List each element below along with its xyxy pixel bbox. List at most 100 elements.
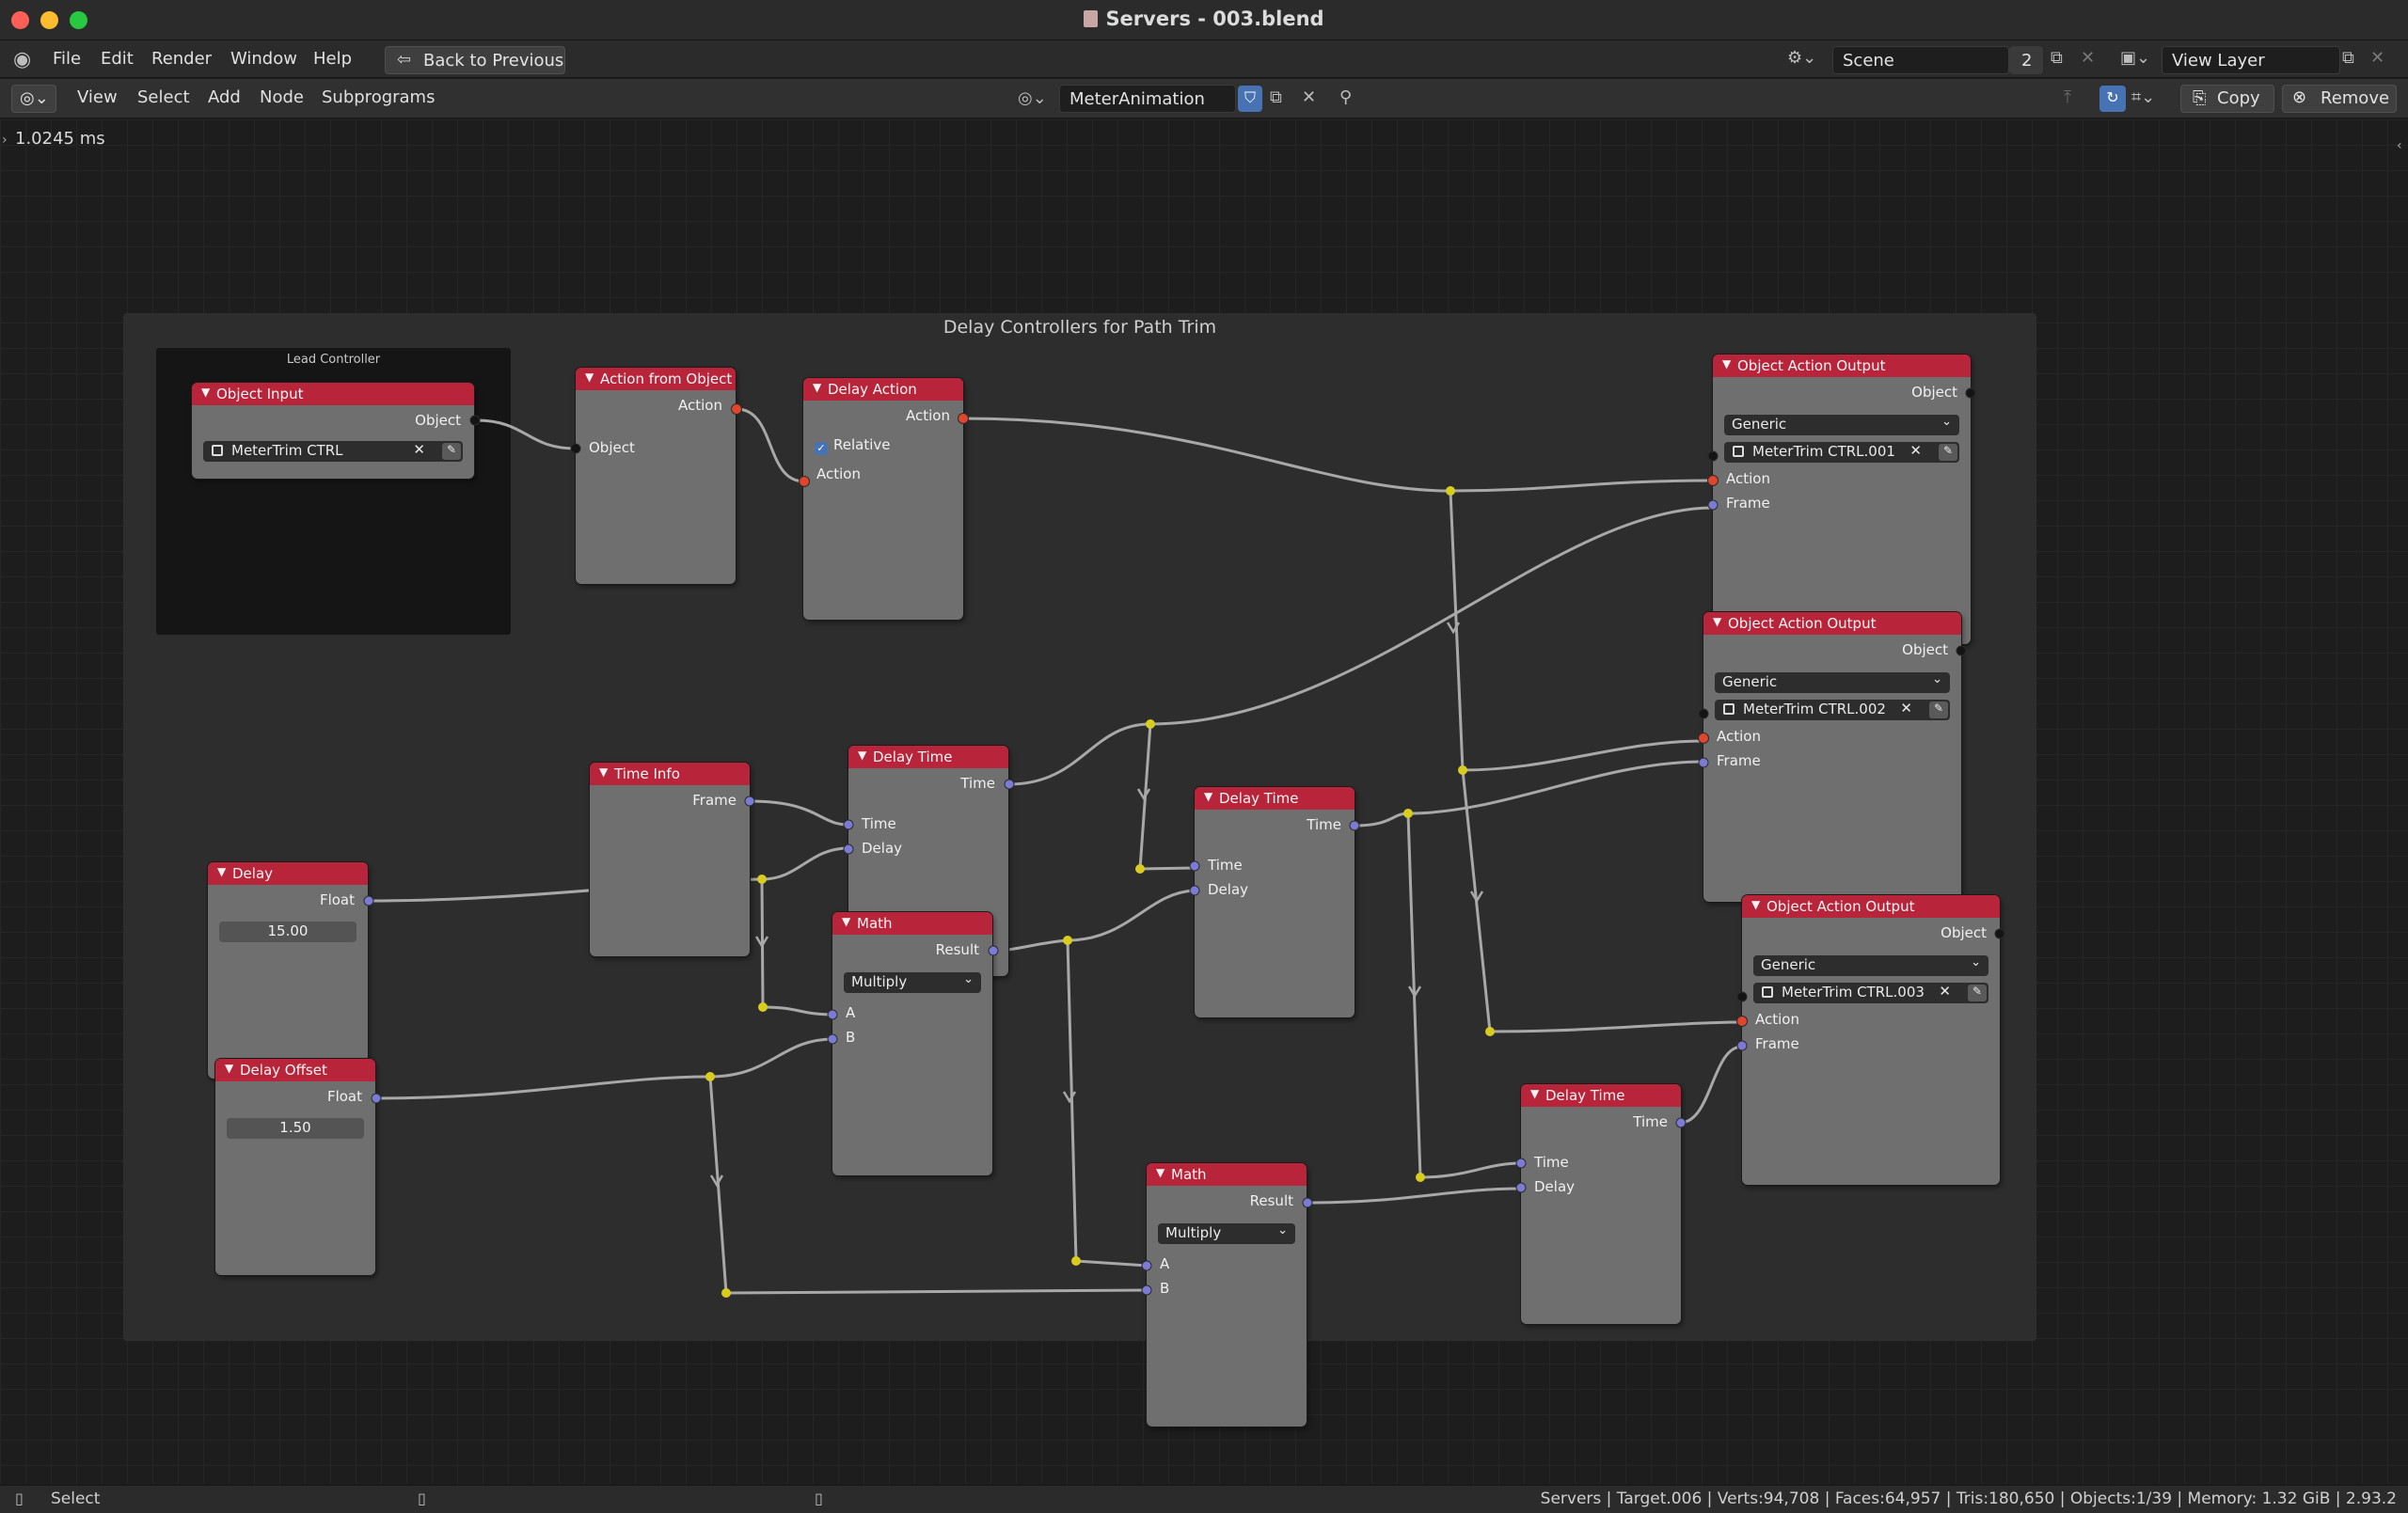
duplicate-tree-icon[interactable]: ⧉ — [1270, 87, 1282, 107]
mode-dropdown[interactable]: Generic ⌄ — [1753, 955, 1988, 976]
node-header[interactable]: ▼ Delay Time — [848, 746, 1008, 768]
parent-tree-icon[interactable]: ⤒ — [2064, 87, 2071, 107]
node-delay-action[interactable]: ▼ Delay Action Action ✓ Relative Action — [803, 378, 963, 620]
collapse-caret-icon[interactable]: ▼ — [225, 1062, 233, 1075]
node-delay-time-2[interactable]: ▼ Delay Time Time Time Delay — [1195, 787, 1354, 1017]
delay-offset-value-field[interactable]: 1.50 — [227, 1118, 364, 1139]
socket-label-frame-in: Frame — [1726, 495, 1770, 512]
snapping-icon[interactable]: ⌗⌄ — [2131, 87, 2155, 107]
node-object-action-output-2[interactable]: ▼ Object Action Output Object Generic ⌄ Me… — [1703, 612, 1961, 902]
menu-add[interactable]: Add — [208, 87, 241, 107]
node-object-action-output-3[interactable]: ▼ Object Action Output Object Generic ⌄ Me… — [1742, 895, 2000, 1185]
node-header[interactable]: ▼ Delay Time — [1195, 787, 1354, 810]
operation-dropdown[interactable]: Multiply ⌄ — [844, 972, 981, 993]
fake-user-shield-icon[interactable]: ⛉ — [1238, 86, 1262, 112]
mouse-middle-icon: ▯ — [418, 1489, 426, 1507]
object-picker-field[interactable]: MeterTrim CTRL.003 ✕ ✎ — [1753, 983, 1988, 1003]
node-header[interactable]: ▼ Delay Offset — [215, 1059, 375, 1081]
eyedropper-icon[interactable]: ✎ — [1929, 701, 1948, 718]
menu-node[interactable]: Node — [260, 87, 304, 107]
socket-label-object-in: Object — [589, 439, 635, 456]
remove-button[interactable]: ⊗ Remove — [2282, 85, 2397, 113]
copy-button[interactable]: ⎘ Copy — [2180, 85, 2274, 113]
node-header[interactable]: ▼ Object Action Output — [1713, 355, 1971, 377]
menu-help[interactable]: Help — [313, 49, 352, 69]
delay-value-field[interactable]: 15.00 — [219, 922, 356, 942]
clear-object-icon[interactable]: ✕ — [1909, 442, 1922, 459]
eyedropper-icon[interactable]: ✎ — [1968, 985, 1987, 1001]
node-header[interactable]: ▼ Math — [832, 912, 992, 935]
menu-render[interactable]: Render — [151, 49, 212, 69]
collapse-caret-icon[interactable]: ▼ — [842, 915, 850, 928]
eyedropper-icon[interactable]: ✎ — [442, 443, 461, 460]
collapse-caret-icon[interactable]: ▼ — [201, 386, 210, 399]
back-to-previous-button[interactable]: ⇦ Back to Previous — [385, 46, 565, 74]
node-header[interactable]: ▼ Delay Time — [1521, 1084, 1681, 1107]
collapse-caret-icon[interactable]: ▼ — [1722, 357, 1731, 370]
object-picker-field[interactable]: MeterTrim CTRL.001 ✕ ✎ — [1724, 442, 1959, 463]
node-header[interactable]: ▼ Delay Action — [803, 378, 963, 401]
node-delay-offset[interactable]: ▼ Delay Offset Float 1.50 — [215, 1059, 375, 1275]
menu-view[interactable]: View — [77, 87, 118, 107]
auto-execution-icon[interactable]: ↻ — [2099, 86, 2126, 112]
menu-file[interactable]: File — [53, 49, 81, 69]
clear-object-icon[interactable]: ✕ — [1939, 983, 1951, 1000]
node-header[interactable]: ▼ Math — [1147, 1163, 1307, 1186]
collapse-caret-icon[interactable]: ▼ — [1156, 1166, 1164, 1179]
node-time-info[interactable]: ▼ Time Info Frame — [590, 763, 750, 956]
node-header[interactable]: ▼ Time Info — [590, 763, 750, 785]
node-delay-time-3[interactable]: ▼ Delay Time Time Time Delay — [1521, 1084, 1681, 1324]
delete-scene-icon[interactable]: ✕ — [2081, 48, 2095, 68]
socket-label-time-in: Time — [862, 815, 896, 832]
delete-view-layer-icon[interactable]: ✕ — [2370, 48, 2384, 68]
menu-edit[interactable]: Edit — [101, 49, 134, 69]
menu-window[interactable]: Window — [230, 49, 297, 69]
object-picker-field[interactable]: MeterTrim CTRL ✕ ✎ — [203, 441, 463, 462]
node-action-from-object[interactable]: ▼ Action from Object Action Object — [576, 368, 736, 584]
scene-selector-icon[interactable]: ⚙⌄ — [1787, 48, 1816, 68]
socket-label-float-out: Float — [326, 1088, 362, 1105]
object-picker-field[interactable]: MeterTrim CTRL.002 ✕ ✎ — [1715, 700, 1950, 720]
node-object-action-output-1[interactable]: ▼ Object Action Output Object Generic ⌄ Me… — [1713, 355, 1971, 644]
view-layer-selector-icon[interactable]: ▣⌄ — [2120, 48, 2150, 68]
collapse-caret-icon[interactable]: ▼ — [1204, 790, 1212, 803]
node-editor-canvas[interactable]: › ‹ 1.0245 ms Delay Controllers for Path… — [0, 119, 2408, 1485]
node-tree-name-field[interactable]: MeterAnimation — [1059, 85, 1236, 113]
view-layer-field[interactable]: View Layer — [2162, 46, 2340, 74]
node-tree-browse-icon[interactable]: ◎⌄ — [1018, 88, 1047, 108]
menu-subprograms[interactable]: Subprograms — [322, 87, 435, 107]
scene-name-field[interactable]: Scene — [1832, 46, 2009, 74]
clear-object-icon[interactable]: ✕ — [1900, 700, 1912, 717]
collapse-caret-icon[interactable]: ▼ — [585, 370, 594, 384]
clear-object-icon[interactable]: ✕ — [413, 441, 425, 458]
socket-label-action-in: Action — [1726, 470, 1770, 487]
collapse-caret-icon[interactable]: ▼ — [1530, 1087, 1539, 1100]
collapse-caret-icon[interactable]: ▼ — [599, 765, 608, 779]
editor-type-button[interactable]: ◎⌄ — [11, 85, 56, 113]
operation-dropdown[interactable]: Multiply ⌄ — [1158, 1223, 1295, 1244]
eyedropper-icon[interactable]: ✎ — [1939, 444, 1957, 461]
collapse-caret-icon[interactable]: ▼ — [1751, 898, 1760, 911]
relative-checkbox[interactable]: ✓ Relative — [815, 436, 891, 455]
node-header[interactable]: ▼ Object Action Output — [1703, 612, 1961, 635]
node-header[interactable]: ▼ Delay — [208, 862, 368, 885]
node-header[interactable]: ▼ Object Input — [192, 383, 474, 405]
node-header[interactable]: ▼ Action from Object — [576, 368, 736, 390]
collapse-caret-icon[interactable]: ▼ — [858, 749, 866, 762]
node-math-2[interactable]: ▼ Math Result Multiply ⌄ A B — [1147, 1163, 1307, 1426]
unlink-tree-icon[interactable]: ✕ — [1302, 87, 1316, 107]
mode-dropdown[interactable]: Generic ⌄ — [1724, 415, 1959, 435]
blender-logo-icon[interactable]: ◉ — [13, 48, 31, 71]
new-scene-icon[interactable]: ⧉ — [2051, 48, 2063, 68]
menu-select[interactable]: Select — [137, 87, 190, 107]
collapse-caret-icon[interactable]: ▼ — [1713, 615, 1721, 628]
node-header[interactable]: ▼ Object Action Output — [1742, 895, 2000, 918]
node-object-input[interactable]: ▼ Object Input Object MeterTrim CTRL ✕ ✎ — [192, 383, 474, 479]
mode-dropdown[interactable]: Generic ⌄ — [1715, 672, 1950, 693]
node-delay[interactable]: ▼ Delay Float 15.00 — [208, 862, 368, 1079]
new-view-layer-icon[interactable]: ⧉ — [2342, 48, 2354, 68]
collapse-caret-icon[interactable]: ▼ — [813, 381, 821, 394]
pin-icon[interactable]: ⚲ — [1339, 87, 1352, 107]
collapse-caret-icon[interactable]: ▼ — [217, 865, 226, 878]
node-math-1[interactable]: ▼ Math Result Multiply ⌄ A B — [832, 912, 992, 1175]
